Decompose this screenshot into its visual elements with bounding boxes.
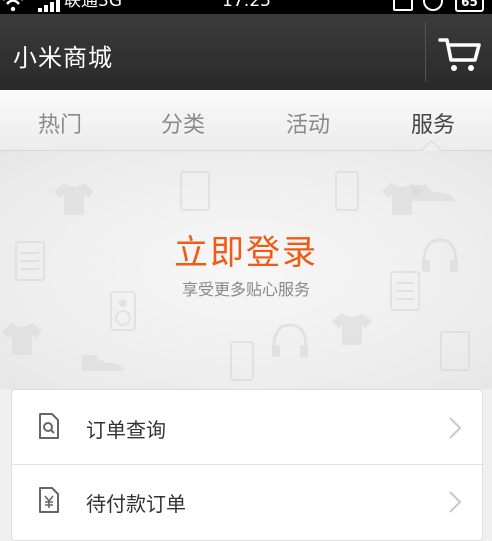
tshirt-icon [332, 313, 372, 345]
tab-events[interactable]: 活动 [258, 107, 358, 139]
carrier-label: 联通3G [64, 0, 122, 11]
image-notification-icon [393, 0, 413, 11]
tab-services[interactable]: 服务 [383, 107, 483, 139]
pending-payment-icon [39, 487, 59, 513]
app-header: 小米商城 [0, 14, 492, 90]
alarm-icon [423, 0, 443, 11]
wifi-icon [3, 0, 23, 12]
chevron-right-icon [449, 491, 462, 513]
category-tabs: 热门 分类 活动 服务 [0, 90, 492, 151]
order-search-icon [39, 413, 59, 439]
status-bar: 联通3G 17:25 65 [0, 0, 492, 14]
app-title: 小米商城 [13, 44, 113, 72]
login-title[interactable]: 立即登录 [0, 225, 492, 274]
service-list: 订单查询 待付款订单 [11, 389, 483, 541]
tshirt-icon [2, 323, 42, 355]
phone-icon [230, 341, 254, 381]
list-item-order-search[interactable]: 订单查询 [12, 392, 482, 464]
shoe-icon [412, 185, 454, 201]
chevron-right-icon [449, 417, 462, 439]
list-divider [12, 464, 482, 465]
list-item-pending-payment[interactable]: 待付款订单 [12, 466, 482, 538]
login-subtitle: 享受更多贴心服务 [181, 280, 310, 299]
list-item-label: 待付款订单 [86, 492, 186, 516]
header-divider [425, 22, 426, 82]
login-banner[interactable]: 立即登录 享受更多贴心服务 [0, 151, 492, 389]
cart-icon[interactable] [437, 34, 483, 74]
document-icon [440, 331, 470, 371]
tab-categories[interactable]: 分类 [133, 107, 233, 139]
headphones-icon [272, 323, 308, 357]
signal-icon [38, 0, 60, 12]
clock: 17:25 [222, 0, 271, 11]
phone-icon [335, 171, 359, 211]
list-item-label: 订单查询 [86, 418, 166, 442]
battery-icon: 65 [455, 0, 484, 12]
document-icon [180, 171, 210, 211]
tab-hot[interactable]: 热门 [10, 107, 110, 139]
tshirt-icon [54, 183, 94, 215]
shoe-icon [82, 355, 124, 371]
